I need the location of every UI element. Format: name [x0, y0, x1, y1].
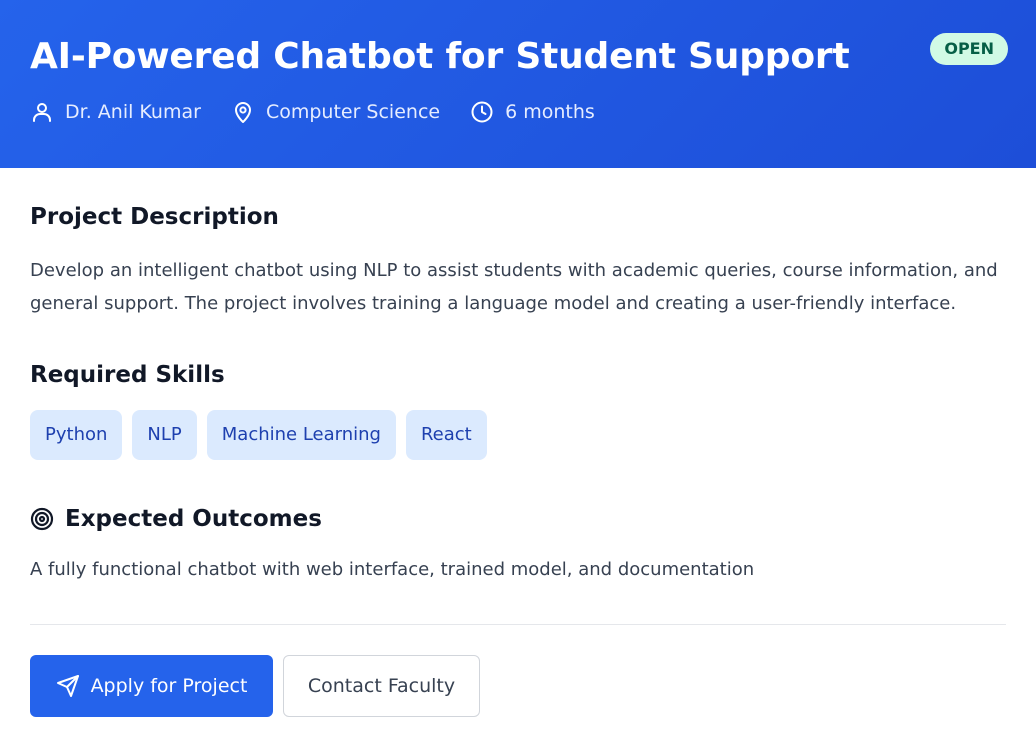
- project-card: AI-Powered Chatbot for Student Support O…: [0, 0, 1036, 753]
- project-title: AI-Powered Chatbot for Student Support: [30, 36, 850, 77]
- project-meta: Dr. Anil Kumar Computer Science 6 months: [30, 100, 1006, 124]
- skill-tag: React: [405, 410, 487, 460]
- meta-faculty: Dr. Anil Kumar: [30, 100, 201, 124]
- skill-tag: NLP: [132, 410, 197, 460]
- outcomes-heading-row: Expected Outcomes: [30, 504, 1006, 534]
- action-buttons: Apply for Project Contact Faculty: [30, 655, 1006, 717]
- status-badge: OPEN: [930, 33, 1008, 65]
- outcomes-text: A fully functional chatbot with web inte…: [30, 559, 755, 580]
- clock-icon: [471, 101, 493, 123]
- department-name: Computer Science: [265, 101, 441, 123]
- skills-list: Python NLP Machine Learning React: [30, 410, 1006, 460]
- contact-faculty-button[interactable]: Contact Faculty: [283, 655, 480, 717]
- target-icon: [30, 507, 54, 531]
- map-pin-icon: [234, 102, 251, 123]
- duration-text: 6 months: [505, 101, 595, 123]
- send-icon: [56, 675, 79, 697]
- apply-button-label: Apply for Project: [90, 675, 248, 697]
- faculty-name: Dr. Anil Kumar: [65, 101, 201, 123]
- apply-button[interactable]: Apply for Project: [30, 655, 273, 717]
- outcomes-heading: Expected Outcomes: [65, 506, 322, 532]
- user-icon: [33, 103, 51, 122]
- description-heading: Project Description: [30, 204, 279, 230]
- divider: [30, 624, 1006, 625]
- description-text: Develop an intelligent chatbot using NLP…: [30, 260, 998, 314]
- skill-tag: Machine Learning: [206, 410, 396, 460]
- project-header: AI-Powered Chatbot for Student Support O…: [0, 0, 1036, 168]
- meta-duration: 6 months: [470, 100, 595, 124]
- skill-tag: Python: [30, 410, 123, 460]
- project-body: Project Description Develop an intellige…: [0, 168, 1036, 717]
- skills-heading: Required Skills: [30, 362, 225, 388]
- meta-department: Computer Science: [231, 100, 440, 124]
